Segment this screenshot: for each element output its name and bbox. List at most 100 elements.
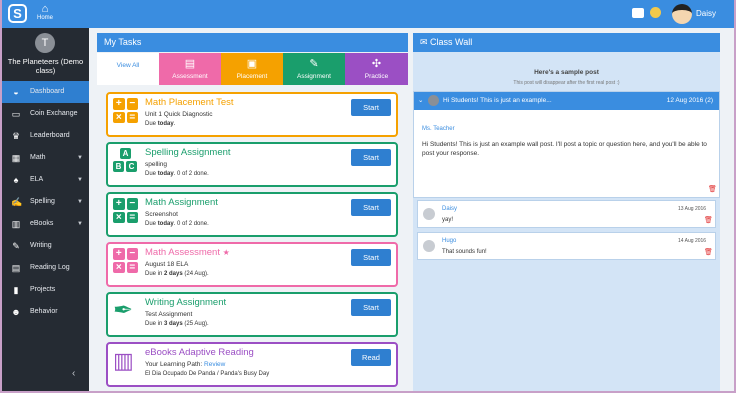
spelling-icon: ✍ (11, 197, 23, 207)
tab-assignment[interactable]: ✎ Assignment (283, 53, 345, 85)
reply-date: 13 Aug 2016 (678, 206, 707, 212)
trash-icon[interactable]: 🗑 (704, 216, 713, 224)
class-name[interactable]: The Planeteers (Demo class) (4, 57, 87, 75)
task-title: Spelling Assignment (145, 147, 231, 158)
sample-post-title: Here's a sample post (534, 69, 599, 76)
task-card[interactable]: ▥ eBooks Adaptive Reading Your Learning Pa… (106, 342, 398, 387)
task-title: Math Assessment ★ (145, 247, 230, 258)
sidebar-item-behavior[interactable]: ☻ Behavior (2, 301, 89, 323)
class-wall-title: Class Wall (430, 37, 473, 47)
class-wall-header: ✉ Class Wall (413, 33, 720, 52)
reply-author[interactable]: Hugo (442, 238, 456, 244)
start-button[interactable]: Start (351, 149, 391, 166)
sidebar-item-projects[interactable]: ▮ Projects (2, 279, 89, 301)
tab-practice[interactable]: ✣ Practice (345, 53, 408, 85)
task-due: Due today. 0 of 2 done. (145, 221, 209, 227)
tab-label: Practice (364, 73, 389, 80)
sidebar-item-label: Spelling (30, 198, 55, 205)
sidebar: T The Planeteers (Demo class) ◒ Dashboard… (2, 28, 89, 391)
tab-view-all[interactable]: View All (97, 53, 159, 85)
task-title: Writing Assignment (145, 297, 227, 308)
reply-date: 14 Aug 2016 (678, 238, 707, 244)
wall-post-body: Hi Students! This is just an example wal… (422, 141, 707, 157)
task-due: Due today. (145, 121, 176, 127)
wall-post-author[interactable]: Ms. Teacher (422, 126, 455, 132)
user-name[interactable]: Daisy (696, 9, 716, 18)
task-card[interactable]: + − × = Math Assignment Screenshot Due today. … (106, 192, 398, 237)
math-ops-icon: + − × = (113, 248, 138, 273)
task-card[interactable]: + − × = Math Placement Test Unit 1 Quick Diag… (106, 92, 398, 137)
trash-icon[interactable]: 🗑 (704, 248, 713, 256)
sidebar-item-label: Projects (30, 286, 56, 293)
tab-label: View All (116, 62, 140, 69)
tab-icon: ▤ (184, 58, 196, 70)
behavior-icon: ☻ (11, 307, 21, 317)
logo-icon[interactable]: S (8, 4, 27, 23)
trash-icon[interactable]: 🗑 (708, 185, 717, 193)
teacher-avatar (428, 95, 439, 106)
mail-icon[interactable] (632, 8, 644, 18)
sidebar-nav: ◒ Dashboard ▭ Coin Exchange ♛ Leaderboard ▦ Mat… (2, 81, 89, 323)
wall-post: ⌄ Hi Students! This is just an example..… (413, 91, 720, 198)
sidebar-item-math[interactable]: ▦ Math ▼ (2, 147, 89, 169)
start-button[interactable]: Start (351, 299, 391, 316)
class-avatar: T (35, 33, 55, 53)
start-button[interactable]: Start (351, 249, 391, 266)
start-button[interactable]: Start (351, 199, 391, 216)
task-subtitle: spelling (145, 161, 168, 168)
student-avatar (423, 240, 435, 252)
task-due: Due in 2 days (24 Aug). (145, 271, 209, 277)
task-card[interactable]: A B C Spelling Assignment spelling Due today.… (106, 142, 398, 187)
pencil-icon: ✎ (12, 241, 20, 251)
calculator-icon: ▦ (11, 153, 21, 163)
abc-blocks-icon: ABC (113, 148, 138, 173)
sidebar-item-writing[interactable]: ✎ Writing (2, 235, 89, 257)
sidebar-item-label: Leaderboard (30, 132, 70, 139)
task-card[interactable]: ✒ Writing Assignment Test Assignment Due in… (106, 292, 398, 337)
sidebar-item-dashboard[interactable]: ◒ Dashboard (2, 81, 89, 103)
wall-post-title: Hi Students! This is just an example... (443, 97, 552, 104)
task-title: eBooks Adaptive Reading (145, 347, 254, 358)
wall-post-header[interactable]: ⌄ Hi Students! This is just an example..… (414, 92, 719, 110)
sidebar-item-leaderboard[interactable]: ♛ Leaderboard (2, 125, 89, 147)
tab-label: Assignment (297, 73, 331, 80)
task-due: Due today. 0 of 2 done. (145, 171, 209, 177)
task-list: + − × = Math Placement Test Unit 1 Quick Diag… (106, 92, 398, 391)
wall-reply: Daisy yay! 13 Aug 2016 🗑 (417, 200, 716, 228)
writing-pen-icon: ✒ (113, 297, 134, 324)
start-button[interactable]: Start (351, 99, 391, 116)
caret-down-icon: ▼ (77, 199, 83, 205)
reply-author[interactable]: Daisy (442, 206, 457, 212)
tab-placement[interactable]: ▣ Placement (221, 53, 283, 85)
sidebar-item-coin-exchange[interactable]: ▭ Coin Exchange (2, 103, 89, 125)
user-avatar[interactable] (672, 4, 692, 24)
reply-text: yay! (442, 217, 454, 223)
task-subtitle: Unit 1 Quick Diagnostic (145, 111, 213, 118)
home-icon: ⌂ (41, 3, 49, 15)
projects-icon: ▮ (13, 285, 19, 295)
task-title: Math Assignment (145, 197, 218, 208)
chevron-down-icon[interactable]: ⌄ (418, 92, 423, 110)
task-filter-tabs: View All ▤ Assessment ▣ Placement ✎ Assignment… (97, 53, 408, 85)
read-button[interactable]: Read (351, 349, 391, 366)
sidebar-item-label: Behavior (30, 308, 58, 315)
review-link[interactable]: Review (204, 361, 225, 368)
sidebar-item-ebooks[interactable]: ▥ eBooks ▼ (2, 213, 89, 235)
caret-down-icon: ▼ (77, 177, 83, 183)
book-icon: ▤ (11, 263, 21, 273)
ebooks-icon: ▥ (11, 219, 21, 229)
class-wall-panel: ✉ Class Wall Here's a sample post This p… (413, 33, 720, 391)
sidebar-item-spelling[interactable]: ✍ Spelling ▼ (2, 191, 89, 213)
collapse-sidebar-icon[interactable]: ‹ (72, 368, 75, 379)
task-subtitle: August 18 ELA (145, 261, 189, 268)
home-label: Home (36, 15, 53, 21)
tab-assessment[interactable]: ▤ Assessment (159, 53, 221, 85)
ela-icon: ♠ (13, 175, 19, 185)
task-book-title: El Dia Ocupado De Panda / Panda's Busy D… (145, 371, 270, 377)
sidebar-item-ela[interactable]: ♠ ELA ▼ (2, 169, 89, 191)
tab-icon: ✣ (371, 58, 382, 70)
home-button[interactable]: ⌂ Home (36, 3, 54, 21)
sidebar-item-reading-log[interactable]: ▤ Reading Log (2, 257, 89, 279)
task-card[interactable]: + − × = Math Assessment ★ August 18 ELA Due in… (106, 242, 398, 287)
emoji-icon[interactable] (650, 7, 661, 18)
